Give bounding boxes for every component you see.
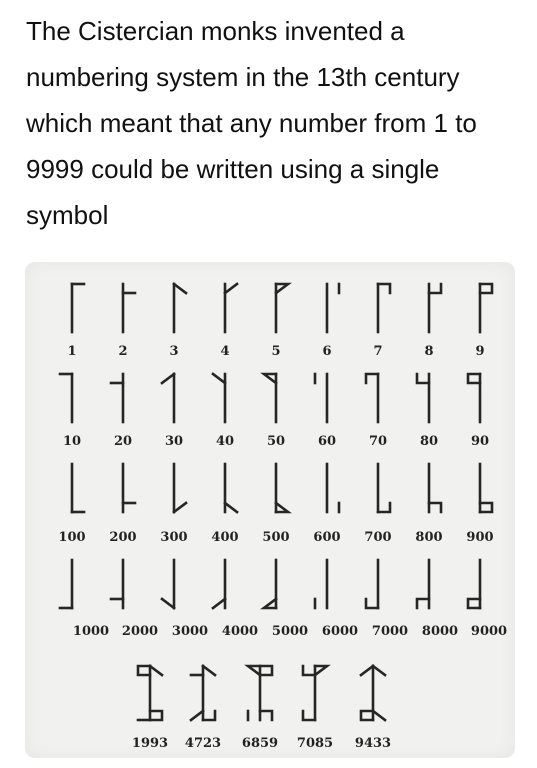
symbol-value-label: 700 bbox=[364, 530, 392, 545]
cistercian-symbol bbox=[156, 282, 192, 334]
symbol-value-label: 1000 bbox=[72, 624, 110, 639]
example-symbol bbox=[181, 664, 225, 722]
cistercian-symbol bbox=[309, 558, 345, 610]
symbol-value-label: 60 bbox=[317, 434, 337, 449]
cistercian-symbol bbox=[258, 462, 294, 514]
symbol-value-label: 300 bbox=[160, 530, 188, 545]
symbol-value-label: 20 bbox=[113, 434, 133, 449]
example-symbol bbox=[351, 664, 395, 722]
cistercian-symbol bbox=[54, 282, 90, 334]
symbol-value-label: 3000 bbox=[171, 624, 209, 639]
cistercian-symbol bbox=[156, 558, 192, 610]
cistercian-symbol bbox=[360, 282, 396, 334]
cistercian-symbol bbox=[207, 282, 243, 334]
symbol-value-label: 4 bbox=[220, 344, 230, 359]
example-symbol bbox=[293, 664, 337, 722]
cistercian-symbol bbox=[411, 282, 447, 334]
example-value-label: 7085 bbox=[296, 736, 334, 751]
symbol-value-label: 1 bbox=[67, 344, 77, 359]
cistercian-symbol bbox=[54, 558, 90, 610]
example-symbol bbox=[128, 664, 172, 722]
cistercian-symbol bbox=[360, 372, 396, 424]
cistercian-symbol bbox=[360, 462, 396, 514]
cistercian-symbol bbox=[105, 282, 141, 334]
cistercian-symbol bbox=[462, 282, 498, 334]
symbol-value-label: 30 bbox=[164, 434, 184, 449]
cistercian-symbol bbox=[411, 558, 447, 610]
symbol-value-label: 400 bbox=[211, 530, 239, 545]
example-value-label: 4723 bbox=[184, 736, 222, 751]
symbol-value-label: 2 bbox=[118, 344, 128, 359]
cistercian-symbol bbox=[105, 462, 141, 514]
cistercian-symbol bbox=[105, 558, 141, 610]
symbol-value-label: 800 bbox=[415, 530, 443, 545]
cistercian-symbol bbox=[258, 372, 294, 424]
cistercian-symbol bbox=[258, 558, 294, 610]
cistercian-numerals-chart: 1 2 3 4 5 6 7 8 9 10 20 30 40 50 60 70 80 90 100 200 300 400 5… bbox=[25, 262, 515, 758]
symbol-value-label: 3 bbox=[169, 344, 179, 359]
symbol-value-label: 80 bbox=[419, 434, 439, 449]
symbol-value-label: 5 bbox=[271, 344, 281, 359]
example-symbol bbox=[238, 664, 282, 722]
cistercian-symbol bbox=[156, 372, 192, 424]
post-caption: The Cistercian monks invented a numberin… bbox=[26, 16, 477, 230]
cistercian-symbol bbox=[462, 462, 498, 514]
symbol-value-label: 10 bbox=[62, 434, 82, 449]
symbol-value-label: 5000 bbox=[271, 624, 309, 639]
cistercian-symbol bbox=[54, 462, 90, 514]
symbol-value-label: 500 bbox=[262, 530, 290, 545]
example-value-label: 6859 bbox=[241, 736, 279, 751]
symbol-value-label: 900 bbox=[466, 530, 494, 545]
cistercian-symbol bbox=[207, 372, 243, 424]
symbol-value-label: 4000 bbox=[221, 624, 259, 639]
symbol-value-label: 8000 bbox=[421, 624, 459, 639]
symbol-value-label: 9000 bbox=[470, 624, 508, 639]
cistercian-symbol bbox=[54, 372, 90, 424]
symbol-value-label: 600 bbox=[313, 530, 341, 545]
symbol-value-label: 90 bbox=[470, 434, 490, 449]
symbol-value-label: 6000 bbox=[321, 624, 359, 639]
symbol-value-label: 9 bbox=[475, 344, 485, 359]
cistercian-symbol bbox=[411, 372, 447, 424]
symbol-value-label: 6 bbox=[322, 344, 332, 359]
cistercian-symbol bbox=[309, 462, 345, 514]
cistercian-symbol bbox=[462, 372, 498, 424]
cistercian-symbol bbox=[411, 462, 447, 514]
example-value-label: 9433 bbox=[354, 736, 392, 751]
cistercian-symbol bbox=[309, 282, 345, 334]
cistercian-symbol bbox=[207, 558, 243, 610]
symbol-value-label: 50 bbox=[266, 434, 286, 449]
symbol-value-label: 200 bbox=[109, 530, 137, 545]
cistercian-symbol bbox=[105, 372, 141, 424]
symbol-value-label: 40 bbox=[215, 434, 235, 449]
symbol-value-label: 7 bbox=[373, 344, 383, 359]
cistercian-symbol bbox=[258, 282, 294, 334]
symbol-value-label: 7000 bbox=[371, 624, 409, 639]
cistercian-symbol bbox=[309, 372, 345, 424]
symbol-value-label: 8 bbox=[424, 344, 434, 359]
symbol-value-label: 2000 bbox=[121, 624, 159, 639]
cistercian-symbol bbox=[156, 462, 192, 514]
cistercian-symbol bbox=[360, 558, 396, 610]
example-value-label: 1993 bbox=[131, 736, 169, 751]
symbol-value-label: 70 bbox=[368, 434, 388, 449]
cistercian-symbol bbox=[462, 558, 498, 610]
cistercian-symbol bbox=[207, 462, 243, 514]
symbol-value-label: 100 bbox=[58, 530, 86, 545]
